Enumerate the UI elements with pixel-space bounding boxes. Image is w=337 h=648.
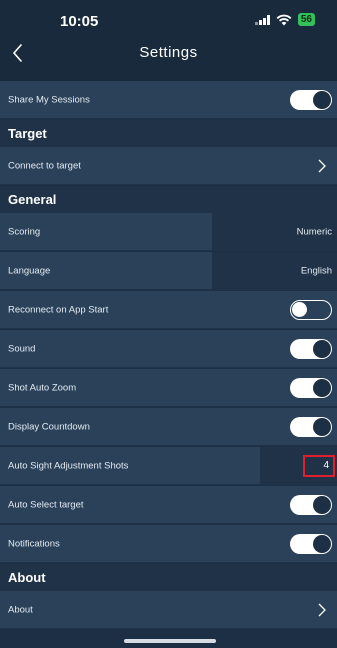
connect-target-row[interactable]: Connect to target (0, 147, 337, 185)
share-sessions-row: Share My Sessions (0, 81, 337, 119)
about-label: About (8, 604, 33, 615)
language-select[interactable]: English (212, 252, 337, 289)
sound-toggle[interactable] (290, 338, 332, 359)
signal-icon (254, 14, 270, 25)
wifi-icon (276, 14, 292, 25)
reconnect-toggle[interactable] (290, 299, 332, 320)
status-icons: 56 (254, 13, 315, 26)
chevron-right-icon (318, 603, 326, 616)
auto-sight-row: Auto Sight Adjustment Shots 4 (0, 447, 337, 485)
language-row: Language English (0, 252, 337, 290)
section-header-general-label: General (8, 192, 57, 207)
sound-row: Sound (0, 330, 337, 368)
notifications-label: Notifications (8, 538, 60, 549)
status-time: 10:05 (60, 13, 99, 30)
shot-auto-zoom-row: Shot Auto Zoom (0, 369, 337, 407)
scoring-label: Scoring (8, 226, 41, 237)
notifications-toggle[interactable] (290, 533, 332, 554)
shot-auto-zoom-toggle[interactable] (290, 377, 332, 398)
auto-select-row: Auto Select target (0, 486, 337, 524)
auto-select-toggle[interactable] (290, 494, 332, 515)
notifications-row: Notifications (0, 525, 337, 563)
page-title: Settings (139, 44, 198, 61)
language-label: Language (8, 265, 51, 276)
share-sessions-toggle[interactable] (290, 89, 332, 110)
auto-sight-value: 4 (323, 459, 329, 471)
shot-auto-zoom-label: Shot Auto Zoom (8, 382, 77, 393)
reconnect-row: Reconnect on App Start (0, 291, 337, 329)
section-header-target-label: Target (8, 126, 47, 141)
chevron-right-icon (318, 159, 326, 172)
about-row[interactable]: About (0, 591, 337, 629)
nav-bar: Settings (0, 36, 337, 70)
battery-icon: 56 (297, 13, 315, 26)
auto-select-label: Auto Select target (8, 499, 84, 510)
scoring-value: Numeric (296, 226, 332, 237)
auto-sight-label: Auto Sight Adjustment Shots (8, 460, 129, 471)
section-header-about-label: About (8, 570, 46, 585)
auto-sight-input[interactable]: 4 (303, 454, 335, 477)
section-header-general: General (0, 186, 337, 213)
status-bar: 10:05 56 (0, 0, 337, 36)
home-indicator (124, 639, 216, 643)
language-value: English (300, 265, 332, 276)
reconnect-label: Reconnect on App Start (8, 304, 109, 315)
scoring-row: Scoring Numeric (0, 213, 337, 251)
auto-sight-cell: 4 (260, 447, 337, 484)
section-header-target: Target (0, 120, 337, 147)
share-sessions-label: Share My Sessions (8, 94, 90, 105)
section-header-about: About (0, 564, 337, 591)
display-countdown-label: Display Countdown (8, 421, 90, 432)
connect-target-label: Connect to target (8, 160, 81, 171)
spacer (0, 70, 337, 81)
display-countdown-row: Display Countdown (0, 408, 337, 446)
display-countdown-toggle[interactable] (290, 416, 332, 437)
scoring-select[interactable]: Numeric (212, 213, 337, 250)
sound-label: Sound (8, 343, 36, 354)
